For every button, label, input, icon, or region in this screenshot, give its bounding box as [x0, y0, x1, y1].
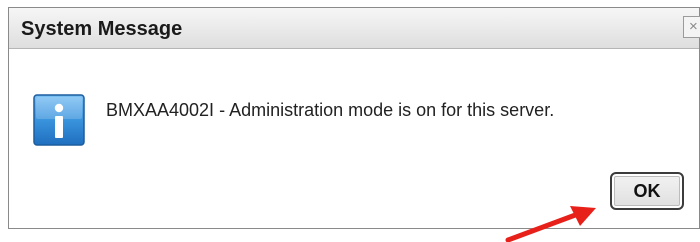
close-button[interactable]: × — [683, 16, 700, 38]
message-text: BMXAA4002I - Administration mode is on f… — [106, 100, 555, 120]
annotation-arrow-icon — [505, 206, 596, 242]
dialog-title: System Message — [21, 18, 183, 40]
page: System Message × BMXAA4002I - Administra… — [0, 0, 700, 242]
dialog-titlebar: System Message × — [9, 8, 700, 49]
system-message-dialog: System Message × BMXAA4002I - Administra… — [8, 7, 700, 229]
ok-button[interactable]: OK — [610, 172, 684, 210]
info-icon — [33, 94, 85, 146]
